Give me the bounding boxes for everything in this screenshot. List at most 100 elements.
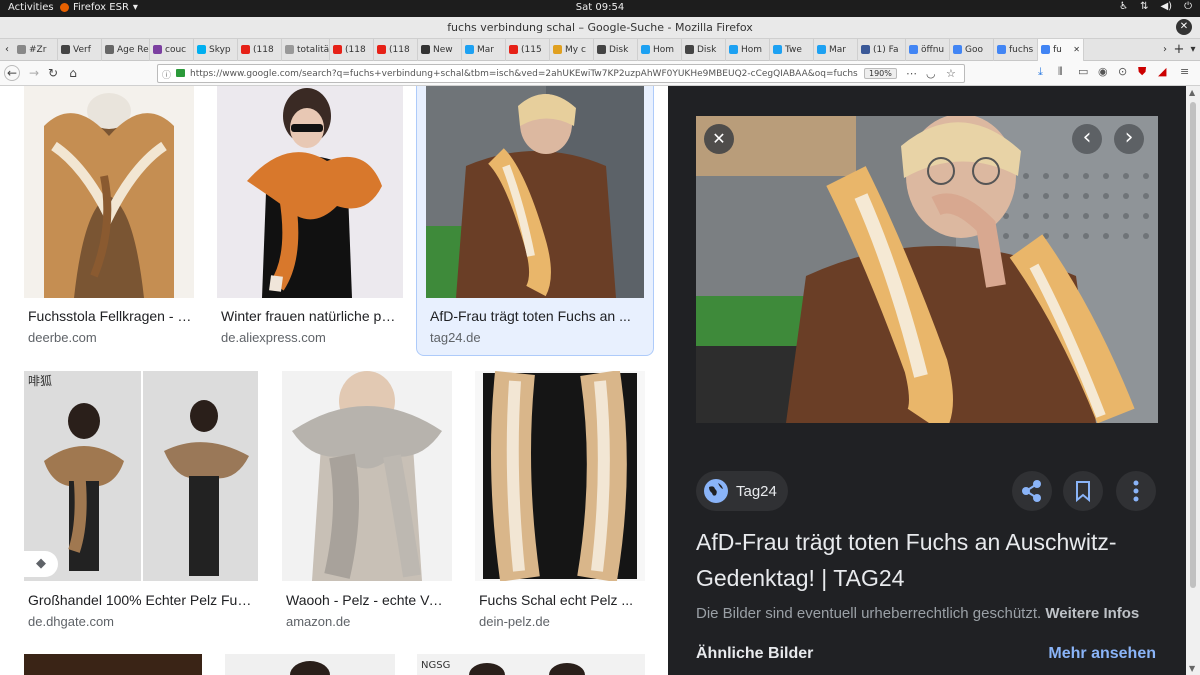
- back-icon[interactable]: ←: [4, 65, 20, 81]
- power-icon[interactable]: ⏻: [1184, 1, 1192, 12]
- sidebar-icon[interactable]: ▭: [1078, 65, 1088, 78]
- image-result[interactable]: Fuchsstola Fellkragen - Pelz ... deerbe.…: [24, 86, 194, 356]
- scroll-tabs-left-icon[interactable]: ‹: [0, 44, 14, 55]
- browser-tab[interactable]: My c: [550, 38, 594, 61]
- close-icon[interactable]: ✕: [704, 124, 734, 154]
- result-title[interactable]: Fuchs Schal echt Pelz ...: [479, 592, 641, 608]
- browser-tab[interactable]: Hom: [638, 38, 682, 61]
- result-thumbnail[interactable]: [24, 86, 194, 298]
- browser-tab[interactable]: (1) Fa: [858, 38, 906, 61]
- more-info-link[interactable]: Weitere Infos: [1045, 605, 1139, 622]
- home-icon[interactable]: ⌂: [65, 65, 81, 81]
- result-source[interactable]: de.aliexpress.com: [221, 330, 326, 345]
- browser-tab[interactable]: Skyp: [194, 38, 238, 61]
- site-info-icon[interactable]: ⓘ: [162, 68, 171, 81]
- result-thumbnail[interactable]: NGSG: [417, 654, 645, 675]
- result-source[interactable]: tag24.de: [430, 330, 481, 345]
- copyright-text: Die Bilder sind eventuell urheberrechtli…: [696, 605, 1042, 622]
- scroll-down-icon[interactable]: ▼: [1189, 664, 1195, 673]
- browser-tab[interactable]: (115: [506, 38, 550, 61]
- preview-image[interactable]: [696, 116, 1158, 423]
- tab-close-icon[interactable]: ✕: [1073, 45, 1080, 54]
- system-tray[interactable]: ♿ ⇅ ◀) ⏻: [1119, 1, 1192, 12]
- result-title[interactable]: AfD-Frau trägt toten Fuchs an ...: [430, 308, 640, 324]
- browser-tab[interactable]: Age Red: [102, 38, 150, 61]
- scroll-up-icon[interactable]: ▲: [1189, 88, 1195, 97]
- result-title[interactable]: Winter frauen natürliche pelz ...: [221, 308, 399, 324]
- page-actions-icon[interactable]: ⋯: [906, 67, 917, 80]
- browser-tab[interactable]: Hom: [726, 38, 770, 61]
- new-tab-button[interactable]: +: [1172, 42, 1186, 57]
- result-source[interactable]: de.dhgate.com: [28, 614, 114, 629]
- browser-tab[interactable]: Mar: [814, 38, 858, 61]
- page-scrollbar[interactable]: ▲ ▼: [1186, 86, 1200, 675]
- result-title[interactable]: Waooh - Pelz - echte Vollfell ...: [286, 592, 448, 608]
- result-thumbnail[interactable]: 啡狐 ◆: [24, 371, 258, 581]
- reload-icon[interactable]: ↻: [45, 65, 61, 81]
- image-result[interactable]: Winter frauen natürliche pelz ... de.ali…: [217, 86, 403, 356]
- browser-tab[interactable]: New: [418, 38, 462, 61]
- image-result[interactable]: Waooh - Pelz - echte Vollfell ... amazon…: [282, 371, 452, 629]
- result-thumbnail[interactable]: [217, 86, 403, 298]
- browser-tab[interactable]: Disk: [682, 38, 726, 61]
- library-icon[interactable]: ⫴: [1058, 65, 1063, 79]
- menu-icon[interactable]: ≡: [1180, 65, 1189, 78]
- browser-tab[interactable]: fu ✕: [1038, 38, 1084, 61]
- previous-image-icon[interactable]: ‹: [1072, 124, 1102, 154]
- url-text[interactable]: https://www.google.com/search?q=fuchs+ve…: [190, 69, 858, 79]
- network-icon[interactable]: ⇅: [1140, 1, 1148, 12]
- see-more-link[interactable]: Mehr ansehen: [1048, 645, 1156, 663]
- image-result[interactable]: AfD-Frau trägt toten Fuchs an ... tag24.…: [426, 86, 644, 356]
- ublock-icon[interactable]: ⛊: [1138, 65, 1146, 79]
- volume-icon[interactable]: ◀): [1160, 1, 1172, 12]
- bookmark-star-icon[interactable]: ☆: [946, 67, 956, 80]
- url-bar[interactable]: ⓘ https://www.google.com/search?q=fuchs+…: [157, 64, 965, 83]
- download-icon[interactable]: ⤓: [1038, 65, 1043, 79]
- account-icon[interactable]: ◉: [1098, 65, 1108, 78]
- pocket-icon[interactable]: ◡: [926, 67, 936, 80]
- result-thumbnail[interactable]: [426, 86, 644, 298]
- result-source[interactable]: amazon.de: [286, 614, 350, 629]
- browser-tab[interactable]: Mar: [462, 38, 506, 61]
- result-thumbnail[interactable]: [24, 654, 202, 675]
- source-chip[interactable]: Tag24: [696, 471, 788, 511]
- more-options-icon[interactable]: [1116, 471, 1156, 511]
- browser-tab[interactable]: totalitär: [282, 38, 330, 61]
- scrollbar-thumb[interactable]: [1190, 102, 1196, 588]
- preview-title[interactable]: AfD-Frau trägt toten Fuchs an Auschwitz-…: [696, 524, 1166, 596]
- extension-icon[interactable]: ◢: [1158, 65, 1166, 78]
- tab-bar: ‹ #Zr Verf Age Red couc Skyp (118 totalitär (11…: [0, 38, 1200, 61]
- tab-list-menu-icon[interactable]: ▾: [1186, 44, 1200, 55]
- browser-tab[interactable]: (118: [374, 38, 418, 61]
- tag-icon[interactable]: ◆: [24, 551, 58, 577]
- clock[interactable]: Sat 09:54: [0, 2, 1200, 13]
- image-result[interactable]: Fuchs Schal echt Pelz ... dein-pelz.de: [475, 371, 645, 629]
- container-icon[interactable]: ⊙: [1118, 65, 1127, 78]
- result-thumbnail[interactable]: [225, 654, 395, 675]
- browser-tab[interactable]: #Zr: [14, 38, 58, 61]
- browser-tab[interactable]: Disk: [594, 38, 638, 61]
- next-image-icon[interactable]: ›: [1114, 124, 1144, 154]
- result-title[interactable]: Fuchsstola Fellkragen - Pelz ...: [28, 308, 192, 324]
- browser-tab[interactable]: couc: [150, 38, 194, 61]
- browser-tab[interactable]: (118: [238, 38, 282, 61]
- result-source[interactable]: deerbe.com: [28, 330, 97, 345]
- result-thumbnail[interactable]: [282, 371, 452, 581]
- window-close-button[interactable]: ✕: [1176, 19, 1192, 35]
- bookmark-icon[interactable]: [1063, 471, 1103, 511]
- browser-tab[interactable]: Verf: [58, 38, 102, 61]
- browser-tab[interactable]: Twe: [770, 38, 814, 61]
- zoom-level[interactable]: 190%: [864, 68, 897, 79]
- browser-tab[interactable]: öffnu: [906, 38, 950, 61]
- browser-tab[interactable]: fuchs: [994, 38, 1038, 61]
- forward-icon[interactable]: →: [26, 65, 42, 81]
- share-icon[interactable]: [1012, 471, 1052, 511]
- result-title[interactable]: Großhandel 100% Echter Pelz Fuchs ...: [28, 592, 256, 608]
- browser-tab[interactable]: (118: [330, 38, 374, 61]
- browser-tab[interactable]: Goo: [950, 38, 994, 61]
- image-result[interactable]: 啡狐 ◆ Großhandel 100% Echter Pelz Fuchs .…: [24, 371, 258, 629]
- accessibility-icon[interactable]: ♿: [1119, 1, 1128, 12]
- result-thumbnail[interactable]: [475, 371, 645, 581]
- scroll-tabs-right-icon[interactable]: ›: [1158, 44, 1172, 55]
- result-source[interactable]: dein-pelz.de: [479, 614, 550, 629]
